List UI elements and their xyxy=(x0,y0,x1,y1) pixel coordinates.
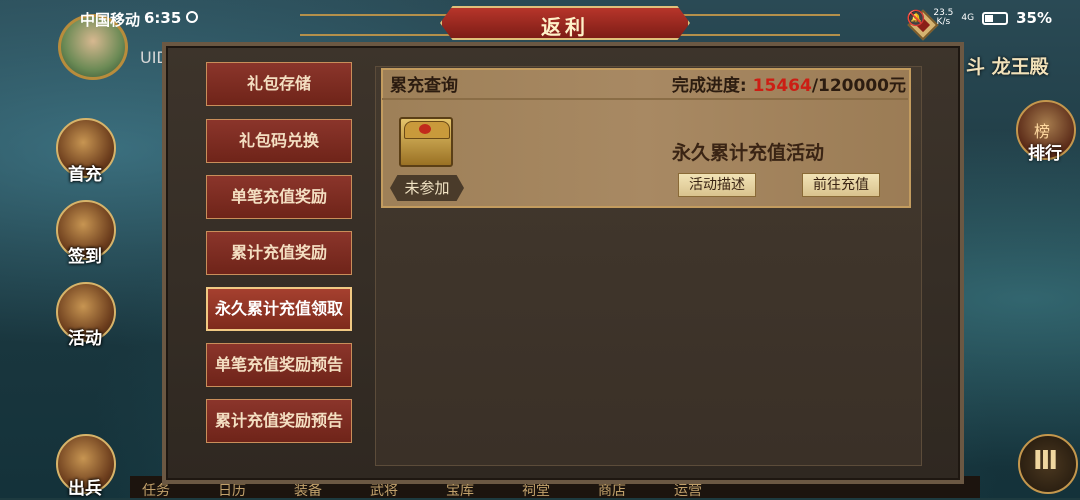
go-recharge-button[interactable]: 前往充值 xyxy=(802,173,880,197)
menu-gift-code-redeem[interactable]: 礼包码兑换 xyxy=(206,119,352,163)
carrier-name: 中国移动 xyxy=(80,11,141,29)
progress-total: /120000元 xyxy=(811,76,906,96)
zone-title: 斗 龙王殿 xyxy=(966,56,1049,78)
menu-permanent-cumulative-claim[interactable]: 永久累计充值领取 xyxy=(206,287,352,331)
card-title: 累充查询 xyxy=(390,76,458,96)
card-divider xyxy=(382,98,908,100)
activity-description-button[interactable]: 活动描述 xyxy=(678,173,756,197)
progress-label: 完成进度: xyxy=(671,76,747,96)
progress-current: 15464 xyxy=(752,76,812,96)
notification-icon xyxy=(186,11,198,23)
progress: 完成进度: 15464/120000元 xyxy=(672,71,906,96)
signal-icon: 4G xyxy=(961,13,975,23)
menu-single-recharge-reward[interactable]: 单笔充值奖励 xyxy=(206,175,352,219)
mute-icon: 🔕 xyxy=(906,9,926,27)
menu-single-recharge-preview[interactable]: 单笔充值奖励预告 xyxy=(206,343,352,387)
status-bar: 中国移动 6:35 🔕 23.5 K/s 4G 35% xyxy=(0,0,1080,38)
first-recharge-label: 首充 xyxy=(68,165,102,185)
battery-level: 35% xyxy=(1016,9,1052,27)
menu-gift-storage[interactable]: 礼包存储 xyxy=(206,62,352,106)
ranking-label: 排行 xyxy=(1028,144,1062,164)
sign-in-label: 签到 xyxy=(68,247,102,267)
network-speed-unit: K/s xyxy=(936,17,951,27)
activity-label: 活动 xyxy=(68,329,102,349)
status-right-group: 🔕 23.5 K/s 4G 35% xyxy=(906,9,1052,28)
dispatch-label: 出兵 xyxy=(68,479,102,499)
menu-cumulative-recharge-preview[interactable]: 累计充值奖励预告 xyxy=(206,399,352,443)
chest-gem xyxy=(419,124,431,134)
battery-icon xyxy=(982,11,1009,25)
clock: 6:35 xyxy=(144,9,182,27)
network-speed: 23.5 K/s xyxy=(933,9,953,27)
activity-name: 永久累计充值活动 xyxy=(672,142,825,164)
menu-cumulative-recharge-reward[interactable]: 累计充值奖励 xyxy=(206,231,352,275)
participation-status: 未参加 xyxy=(390,175,464,201)
menu-icon: III xyxy=(1033,446,1058,476)
